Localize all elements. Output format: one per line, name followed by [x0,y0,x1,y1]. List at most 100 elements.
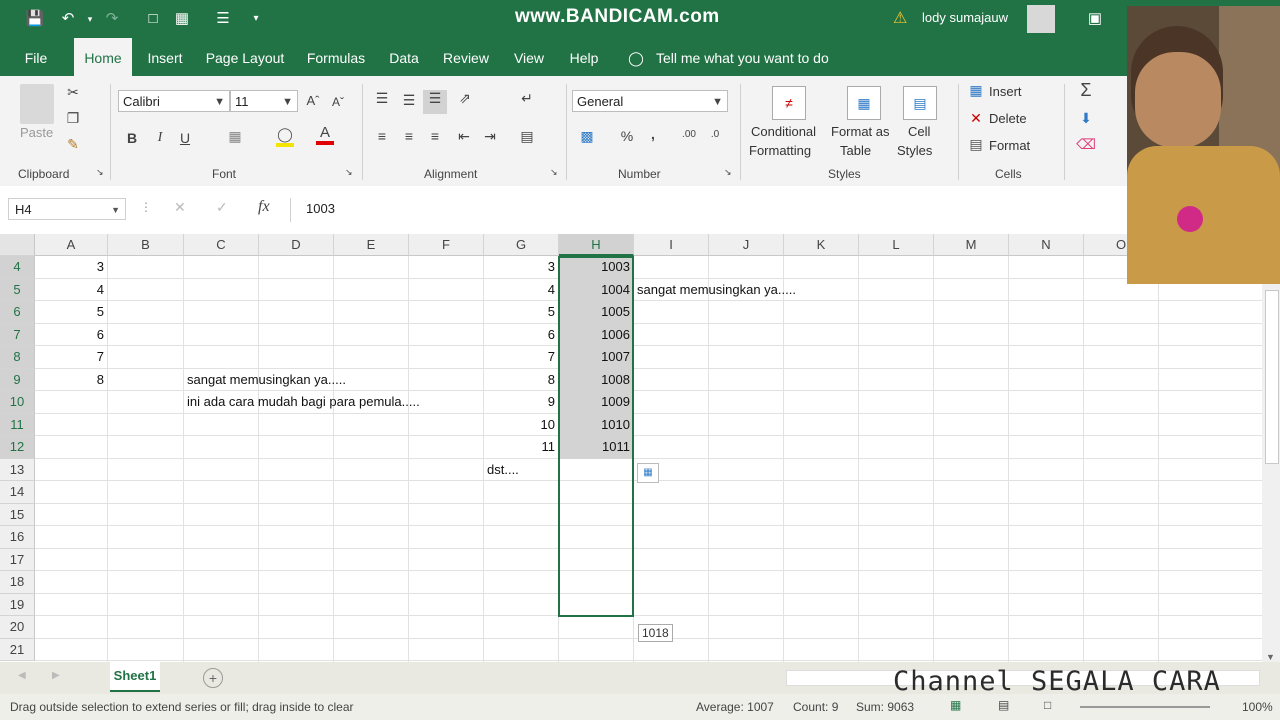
row-header-14[interactable]: 14 [0,481,35,504]
cell-a5[interactable]: 4 [35,282,104,297]
auto-fill-options-icon[interactable]: ▦ [637,463,659,483]
cut-icon[interactable]: ✂ [64,84,82,101]
name-box[interactable]: H4 ▼ [8,198,126,220]
align-center-icon[interactable]: ≡ [400,128,418,144]
page-layout-view-icon[interactable]: ▤ [998,698,1009,712]
number-launcher-icon[interactable]: ↘ [724,167,732,178]
tab-file[interactable]: File [14,38,58,76]
wrap-text-icon[interactable]: ↵ [518,90,536,107]
worksheet-grid[interactable]: ABCDEFGHIJKLMNO 4 5 6 7 8 9 10 11 12 13 14 15 16 17 18… [0,234,1262,662]
merge-center-icon[interactable]: ▤ [518,128,536,145]
number-format-select[interactable]: General ▼ [572,90,728,112]
row-header-18[interactable]: 18 [0,571,35,594]
sheet-tab-sheet1[interactable]: Sheet1 [110,662,160,692]
page-break-view-icon[interactable]: □ [1044,698,1051,712]
format-as-table-button[interactable]: Format as [831,124,890,139]
borders-icon[interactable]: ▦ [226,128,244,145]
decrease-indent-icon[interactable]: ⇤ [455,128,473,145]
cell-g13[interactable]: dst.... [487,462,519,477]
fill-drag-outline[interactable] [558,256,634,617]
delete-cells-button[interactable]: Delete [989,111,1027,126]
cell-g8[interactable]: 7 [484,349,555,364]
cell-g10[interactable]: 9 [484,394,555,409]
align-left-icon[interactable]: ≡ [373,128,391,144]
col-header-g[interactable]: G [484,234,559,256]
tab-review[interactable]: Review [436,38,496,76]
col-header-d[interactable]: D [259,234,334,256]
zoom-slider[interactable] [1080,706,1210,708]
row-header-5[interactable]: 5 [0,278,35,301]
cell-g7[interactable]: 6 [484,327,555,342]
scroll-down-icon[interactable]: ▼ [1266,652,1275,662]
row-header-6[interactable]: 6 [0,301,35,324]
row-header-15[interactable]: 15 [0,503,35,526]
font-launcher-icon[interactable]: ↘ [345,167,353,178]
enter-icon[interactable]: ✓ [216,199,228,216]
bottom-align-icon[interactable]: ☰ [423,90,447,114]
decrease-font-icon[interactable]: Aˇ [331,95,345,109]
vertical-scrollbar[interactable]: ▼ [1262,234,1280,662]
row-header-19[interactable]: 19 [0,593,35,616]
col-header-l[interactable]: L [859,234,934,256]
bold-button[interactable]: B [124,130,140,146]
cell-c9[interactable]: sangat memusingkan ya..... [187,372,346,387]
cell-a9[interactable]: 8 [35,372,104,387]
normal-view-icon[interactable]: ▦ [950,698,961,712]
autosum-icon[interactable]: Σ [1076,80,1096,101]
middle-align-icon[interactable]: ☰ [400,92,418,109]
formula-input[interactable]: 1003 [306,201,335,216]
top-align-icon[interactable]: ☰ [373,90,391,107]
row-header-8[interactable]: 8 [0,346,35,369]
row-header-11[interactable]: 11 [0,413,35,436]
percent-button[interactable]: % [618,128,636,144]
add-sheet-button[interactable]: + [203,668,223,688]
cell-i5[interactable]: sangat memusingkan ya..... [637,282,796,297]
status-average[interactable]: Average: 1007 [696,700,774,714]
row-header-9[interactable]: 9 [0,368,35,391]
decrease-decimal-icon[interactable]: .0 [706,129,724,140]
row-header-20[interactable]: 20 [0,616,35,639]
row-header-21[interactable]: 21 [0,638,35,661]
insert-cells-button[interactable]: Insert [989,84,1022,99]
col-header-f[interactable]: F [409,234,484,256]
col-header-c[interactable]: C [184,234,259,256]
accounting-format-icon[interactable]: ▩ [578,128,596,145]
undo-icon[interactable]: ↶ [58,9,78,29]
cancel-icon[interactable]: ✕ [174,199,186,216]
next-sheet-icon[interactable]: ▶ [52,670,60,681]
tab-formulas[interactable]: Formulas [300,38,372,76]
font-size-select[interactable]: 11 ▼ [230,90,298,112]
tab-data[interactable]: Data [382,38,426,76]
cell-a6[interactable]: 5 [35,304,104,319]
insert-function-button[interactable]: fx [258,198,270,216]
col-header-j[interactable]: J [709,234,784,256]
clear-icon[interactable]: ⌫ [1076,136,1096,153]
zoom-level[interactable]: 100% [1242,700,1273,714]
tab-view[interactable]: View [506,38,552,76]
col-header-n[interactable]: N [1009,234,1084,256]
cell-a4[interactable]: 3 [35,259,104,274]
row-header-16[interactable]: 16 [0,526,35,549]
row-header-4[interactable]: 4 [0,256,35,279]
alignment-launcher-icon[interactable]: ↘ [550,167,558,178]
conditional-formatting-button[interactable]: Conditional [751,124,816,139]
comma-button[interactable]: , [646,126,660,142]
tell-me-box[interactable]: Tell me what you want to do [656,38,846,76]
clipboard-launcher-icon[interactable]: ↘ [96,167,104,178]
tab-home[interactable]: Home [74,38,132,76]
avatar[interactable] [1027,5,1055,33]
font-color-icon[interactable]: A [316,124,334,145]
orientation-icon[interactable]: ⇗ [456,90,474,107]
cell-a8[interactable]: 7 [35,349,104,364]
cell-a7[interactable]: 6 [35,327,104,342]
row-header-17[interactable]: 17 [0,548,35,571]
row-header-13[interactable]: 13 [0,458,35,481]
scroll-thumb[interactable] [1265,290,1279,464]
cell-c10[interactable]: ini ada cara mudah bagi para pemula..... [187,394,420,409]
spelling-icon[interactable]: ☰ [213,9,233,29]
form-icon[interactable]: ▦ [172,9,192,29]
tab-insert[interactable]: Insert [140,38,190,76]
paste-button[interactable]: Paste [20,125,53,140]
col-header-b[interactable]: B [108,234,184,256]
format-painter-icon[interactable]: ✎ [64,136,82,153]
